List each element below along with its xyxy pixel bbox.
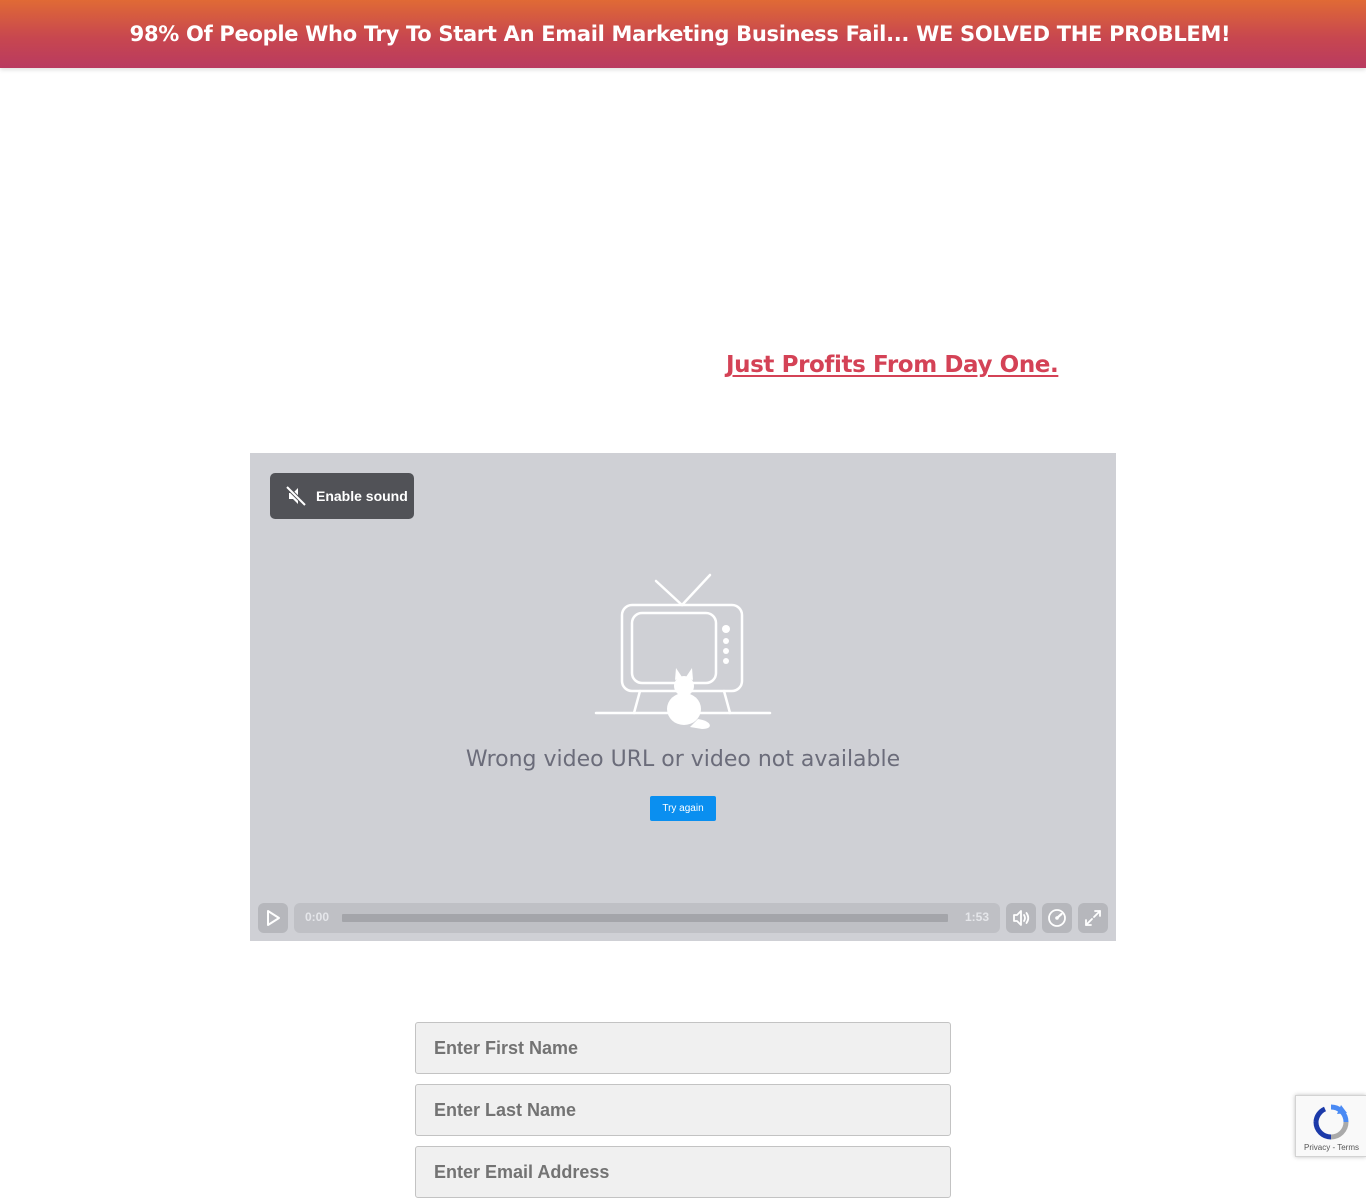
broken-tv-icon <box>594 571 772 738</box>
speedometer-icon <box>1047 908 1067 928</box>
profits-headline-link[interactable]: Just Profits From Day One. <box>726 352 1059 378</box>
privacy-link[interactable]: Privacy <box>1304 1143 1330 1152</box>
recaptcha-links: Privacy - Terms <box>1296 1143 1366 1152</box>
fullscreen-button[interactable] <box>1078 903 1108 933</box>
first-name-field[interactable] <box>415 1022 951 1074</box>
video-error-message: Wrong video URL or video not available <box>465 747 901 772</box>
recaptcha-badge: Privacy - Terms <box>1295 1095 1366 1157</box>
last-name-field[interactable] <box>415 1084 951 1136</box>
seek-slider[interactable] <box>342 914 948 922</box>
progress-bar: 0:00 1:53 <box>294 903 1000 933</box>
current-time: 0:00 <box>305 910 330 924</box>
volume-button[interactable] <box>1006 903 1036 933</box>
top-banner: 98% Of People Who Try To Start An Email … <box>0 0 1366 68</box>
email-field[interactable] <box>415 1146 951 1198</box>
banner-headline: 98% Of People Who Try To Start An Email … <box>129 22 1231 46</box>
try-again-button[interactable]: Try again <box>650 796 716 821</box>
player-controls: 0:00 1:53 <box>250 903 1116 933</box>
terms-link[interactable]: Terms <box>1337 1143 1359 1152</box>
muted-speaker-icon <box>284 484 308 508</box>
play-icon <box>264 909 282 927</box>
enable-sound-label: Enable sound <box>316 488 408 504</box>
video-player[interactable]: Enable sound Wrong video URL or video no… <box>250 453 1116 941</box>
enable-sound-button[interactable]: Enable sound <box>270 473 414 519</box>
recaptcha-icon <box>1313 1104 1349 1145</box>
expand-icon <box>1083 908 1103 928</box>
play-button[interactable] <box>258 903 288 933</box>
playback-speed-button[interactable] <box>1042 903 1072 933</box>
video-duration: 1:53 <box>964 910 989 924</box>
speaker-icon <box>1011 908 1031 928</box>
